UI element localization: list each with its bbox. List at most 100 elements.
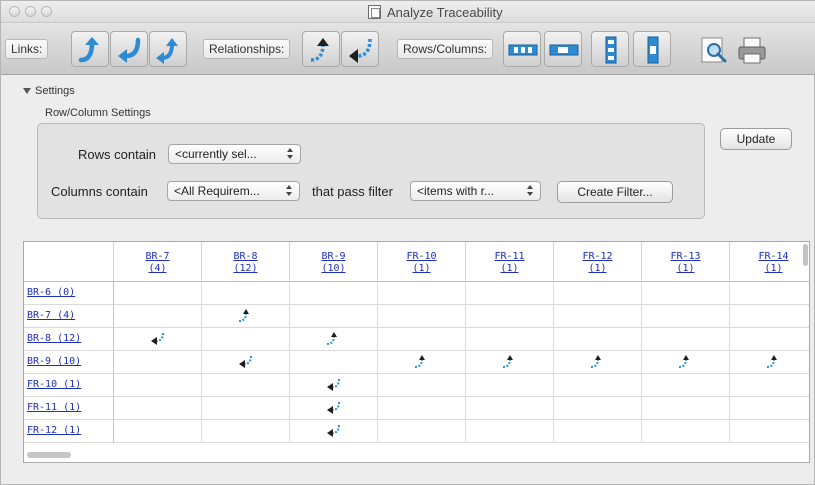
- row-header[interactable]: BR-8 (12): [24, 328, 114, 351]
- matrix-cell[interactable]: [730, 328, 809, 351]
- column-header-count[interactable]: (1): [554, 263, 641, 275]
- layout-single-column-button[interactable]: [633, 31, 671, 67]
- column-header-id[interactable]: FR-12: [554, 251, 641, 263]
- column-header[interactable]: FR-14 (1): [730, 242, 809, 282]
- link-down-button[interactable]: [110, 31, 148, 67]
- column-header-count[interactable]: (4): [114, 263, 201, 275]
- row-header[interactable]: BR-7 (4): [24, 305, 114, 328]
- column-header[interactable]: BR-8 (12): [202, 242, 290, 282]
- column-header[interactable]: FR-13 (1): [642, 242, 730, 282]
- matrix-cell[interactable]: [290, 420, 378, 443]
- matrix-cell[interactable]: [114, 374, 202, 397]
- column-header[interactable]: FR-10 (1): [378, 242, 466, 282]
- column-header[interactable]: BR-7 (4): [114, 242, 202, 282]
- matrix-cell[interactable]: [290, 305, 378, 328]
- matrix-cell[interactable]: [642, 328, 730, 351]
- matrix-cell[interactable]: [642, 420, 730, 443]
- relationship-up-button[interactable]: [302, 31, 340, 67]
- matrix-cell[interactable]: [554, 351, 642, 374]
- column-header-id[interactable]: BR-9: [290, 251, 377, 263]
- row-header[interactable]: FR-12 (1): [24, 420, 114, 443]
- column-header-count[interactable]: (10): [290, 263, 377, 275]
- column-header[interactable]: FR-11 (1): [466, 242, 554, 282]
- column-header-count[interactable]: (1): [466, 263, 553, 275]
- column-header[interactable]: BR-9 (10): [290, 242, 378, 282]
- matrix-cell[interactable]: [378, 397, 466, 420]
- column-header-id[interactable]: BR-7: [114, 251, 201, 263]
- column-header-id[interactable]: FR-10: [378, 251, 465, 263]
- row-header-label[interactable]: BR-6 (0): [27, 287, 75, 298]
- matrix-cell[interactable]: [114, 305, 202, 328]
- matrix-cell[interactable]: [730, 397, 809, 420]
- update-button[interactable]: Update: [720, 128, 792, 150]
- filter-popup[interactable]: <items with r...: [410, 181, 541, 201]
- matrix-cell[interactable]: [642, 397, 730, 420]
- column-header-id[interactable]: FR-14: [730, 251, 809, 263]
- matrix-cell[interactable]: [730, 282, 809, 305]
- column-header[interactable]: FR-12 (1): [554, 242, 642, 282]
- link-up-button[interactable]: [71, 31, 109, 67]
- columns-contain-popup[interactable]: <All Requirem...: [167, 181, 300, 201]
- row-header[interactable]: BR-9 (10): [24, 351, 114, 374]
- layout-single-row-button[interactable]: [544, 31, 582, 67]
- matrix-cell[interactable]: [730, 305, 809, 328]
- row-header-label[interactable]: BR-7 (4): [27, 310, 75, 321]
- matrix-cell[interactable]: [290, 282, 378, 305]
- matrix-cell[interactable]: [378, 305, 466, 328]
- matrix-cell[interactable]: [554, 328, 642, 351]
- matrix-cell[interactable]: [466, 374, 554, 397]
- matrix-cell[interactable]: [202, 351, 290, 374]
- row-header[interactable]: FR-10 (1): [24, 374, 114, 397]
- relationship-down-button[interactable]: [341, 31, 379, 67]
- matrix-cell[interactable]: [554, 282, 642, 305]
- column-header-count[interactable]: (1): [730, 263, 809, 275]
- row-header-label[interactable]: BR-8 (12): [27, 333, 81, 344]
- column-header-count[interactable]: (1): [378, 263, 465, 275]
- column-header-id[interactable]: BR-8: [202, 251, 289, 263]
- column-header-id[interactable]: FR-13: [642, 251, 729, 263]
- matrix-cell[interactable]: [466, 282, 554, 305]
- matrix-cell[interactable]: [642, 351, 730, 374]
- matrix-cell[interactable]: [290, 374, 378, 397]
- matrix-cell[interactable]: [114, 420, 202, 443]
- zoom-window-button[interactable]: [41, 6, 52, 17]
- matrix-cell[interactable]: [554, 305, 642, 328]
- matrix-cell[interactable]: [202, 374, 290, 397]
- matrix-cell[interactable]: [290, 351, 378, 374]
- matrix-cell[interactable]: [466, 305, 554, 328]
- create-filter-button[interactable]: Create Filter...: [557, 181, 673, 203]
- matrix-cell[interactable]: [202, 328, 290, 351]
- matrix-cell[interactable]: [554, 420, 642, 443]
- matrix-cell[interactable]: [114, 282, 202, 305]
- print-button[interactable]: [732, 31, 770, 67]
- row-header[interactable]: FR-11 (1): [24, 397, 114, 420]
- row-header[interactable]: BR-6 (0): [24, 282, 114, 305]
- matrix-cell[interactable]: [290, 397, 378, 420]
- matrix-cell[interactable]: [290, 328, 378, 351]
- matrix-cell[interactable]: [202, 397, 290, 420]
- column-header-count[interactable]: (1): [642, 263, 729, 275]
- matrix-cell[interactable]: [554, 374, 642, 397]
- close-window-button[interactable]: [9, 6, 20, 17]
- matrix-cell[interactable]: [642, 282, 730, 305]
- matrix-cell[interactable]: [642, 305, 730, 328]
- row-header-label[interactable]: FR-11 (1): [27, 402, 81, 413]
- rows-contain-popup[interactable]: <currently sel...: [168, 144, 301, 164]
- matrix-cell[interactable]: [378, 328, 466, 351]
- matrix-cell[interactable]: [554, 397, 642, 420]
- matrix-cell[interactable]: [642, 374, 730, 397]
- matrix-cell[interactable]: [466, 420, 554, 443]
- settings-disclosure[interactable]: Settings: [23, 85, 75, 97]
- preview-button[interactable]: [693, 31, 731, 67]
- matrix-cell[interactable]: [114, 328, 202, 351]
- matrix-cell[interactable]: [378, 282, 466, 305]
- matrix-cell[interactable]: [114, 397, 202, 420]
- matrix-cell[interactable]: [202, 305, 290, 328]
- layout-rows-button[interactable]: [591, 31, 629, 67]
- horizontal-scrollbar[interactable]: [27, 452, 71, 458]
- matrix-cell[interactable]: [378, 351, 466, 374]
- matrix-cell[interactable]: [202, 282, 290, 305]
- column-header-count[interactable]: (12): [202, 263, 289, 275]
- matrix-cell[interactable]: [730, 351, 809, 374]
- row-header-label[interactable]: FR-12 (1): [27, 425, 81, 436]
